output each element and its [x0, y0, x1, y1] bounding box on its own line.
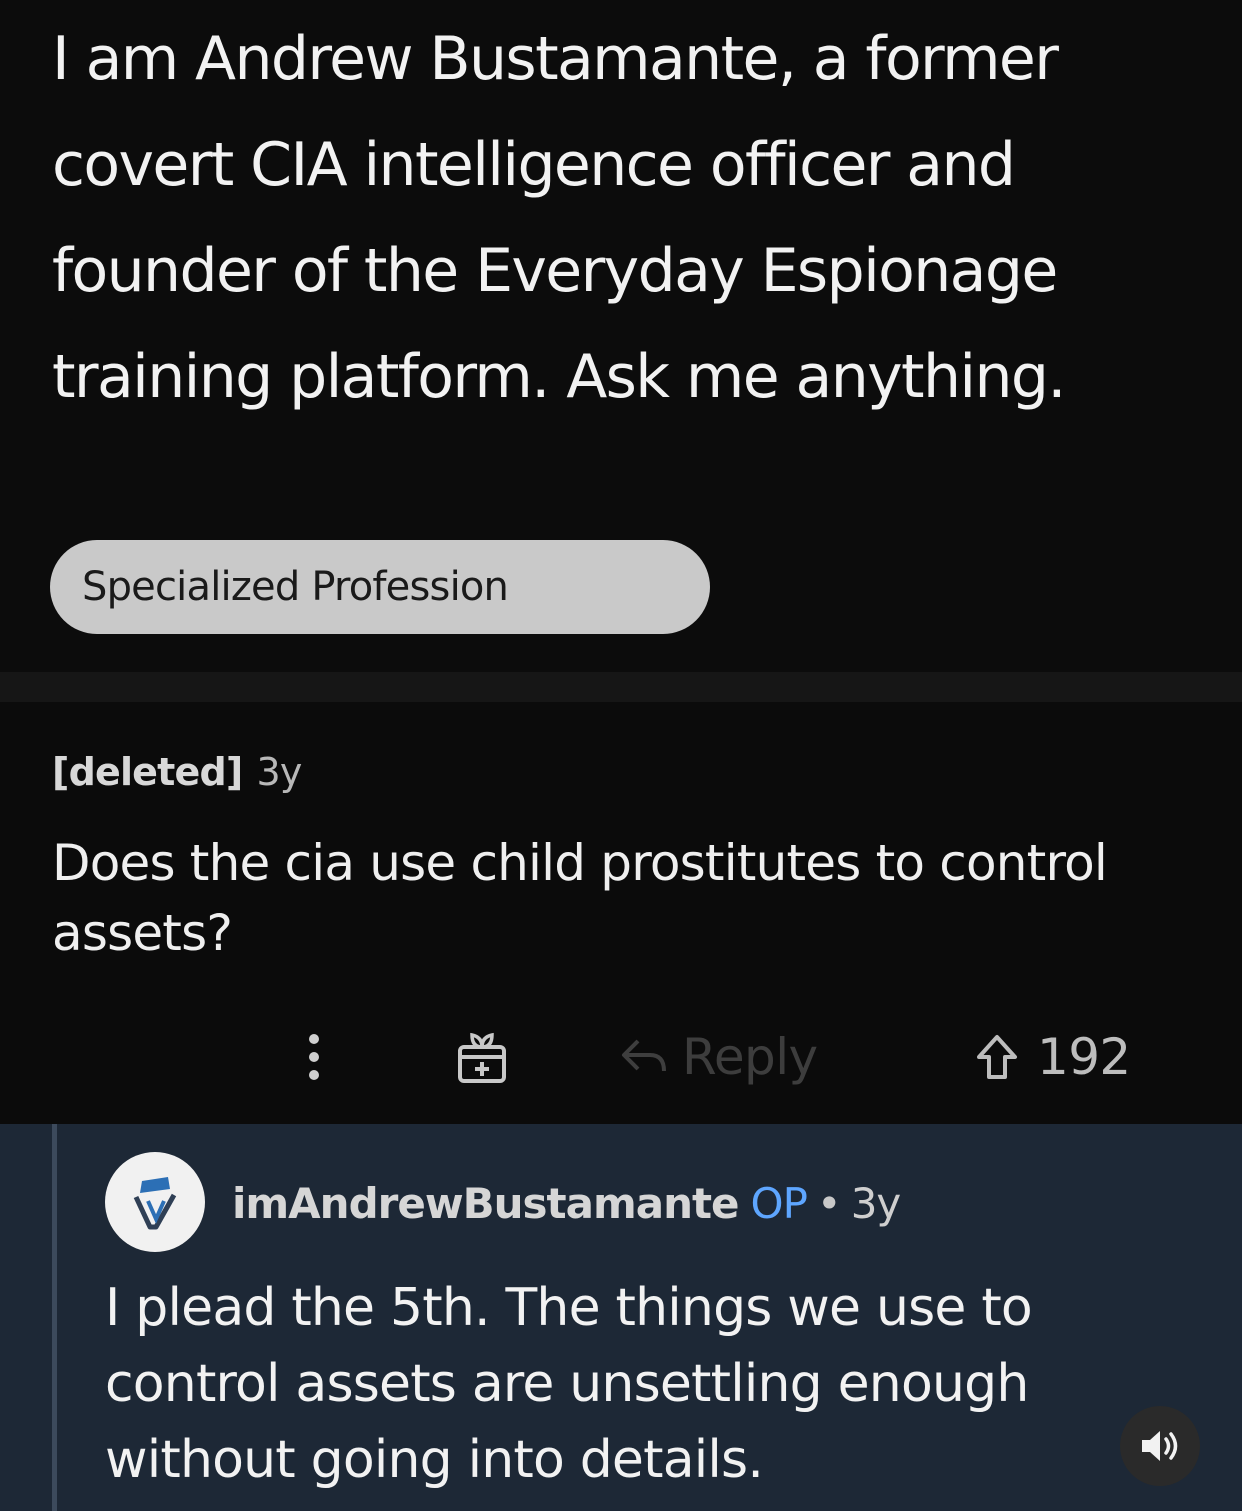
reply-button[interactable]: Reply: [620, 1020, 818, 1094]
comment-actions: Reply 192: [0, 1020, 1242, 1094]
upvote-button[interactable]: 192: [975, 1020, 1131, 1094]
reply-comment: imAndrewBustamante OP • 3y I plead the 5th.…: [0, 1124, 1242, 1511]
gift-award-icon: [458, 1032, 506, 1083]
speaker-icon: [1142, 1431, 1178, 1461]
upvote-arrow-icon: [977, 1035, 1017, 1079]
post: I am Andrew Bustamante, a former covert …: [0, 0, 1242, 672]
comment-meta: [deleted] 3y: [52, 742, 302, 802]
avatar[interactable]: [105, 1152, 205, 1252]
section-divider: [0, 672, 1242, 702]
post-title: I am Andrew Bustamante, a former covert …: [52, 24, 1066, 412]
reply-arrow-icon: [622, 1039, 666, 1072]
thread-line[interactable]: [52, 1124, 57, 1511]
comment-author[interactable]: [deleted]: [52, 750, 243, 794]
op-badge: OP: [750, 1179, 808, 1228]
comment-body: Does the cia use child prostitutes to co…: [52, 834, 1108, 962]
sound-toggle-button[interactable]: [1120, 1406, 1200, 1486]
reply-author[interactable]: imAndrewBustamante: [232, 1179, 740, 1228]
vertical-dots-icon: [309, 1034, 319, 1080]
reply-body: I plead the 5th. The things we use to co…: [105, 1278, 1033, 1490]
comment: [deleted] 3y Does the cia use child prost…: [0, 702, 1242, 1124]
reply-age: 3y: [850, 1179, 902, 1228]
comment-age: 3y: [256, 750, 302, 794]
reply-label: Reply: [682, 1028, 818, 1086]
award-button[interactable]: [452, 1020, 512, 1094]
avatar-logo-icon: [133, 1177, 177, 1230]
more-options-button[interactable]: [296, 1020, 332, 1094]
post-flair[interactable]: Specialized Profession: [50, 540, 710, 634]
meta-separator: •: [816, 1179, 842, 1228]
upvote-count: 192: [1037, 1028, 1131, 1086]
reply-meta: imAndrewBustamante OP • 3y: [232, 1174, 902, 1234]
